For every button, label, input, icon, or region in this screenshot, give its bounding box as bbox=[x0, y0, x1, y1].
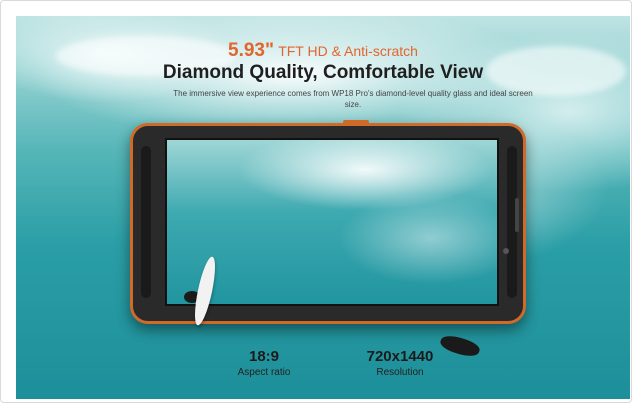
spec-value: 18:9 bbox=[248, 348, 280, 365]
product-banner: 5.93" TFT HD & Anti-scratch Diamond Qual… bbox=[16, 16, 630, 399]
spec-resolution: 720x1440 Resolution bbox=[350, 348, 450, 378]
phone-camera-icon bbox=[503, 248, 509, 254]
banner-title: Diamond Quality, Comfortable View bbox=[162, 62, 484, 83]
phone-top-button bbox=[343, 120, 369, 124]
phone-screen bbox=[165, 138, 499, 306]
phone-bumper-left bbox=[141, 146, 151, 298]
spec-label: Aspect ratio bbox=[237, 367, 291, 378]
display-type: TFT HD & Anti-scratch bbox=[278, 43, 418, 59]
spec-label: Resolution bbox=[376, 367, 424, 378]
spec-aspect-ratio: 18:9 Aspect ratio bbox=[224, 348, 304, 378]
banner-description: The immersive view experience comes from… bbox=[173, 89, 533, 109]
display-size-heading: 5.93" TFT HD & Anti-scratch bbox=[16, 40, 630, 62]
display-size: 5.93" bbox=[228, 40, 275, 61]
phone-side-button bbox=[515, 198, 519, 232]
spec-value: 720x1440 bbox=[366, 348, 434, 365]
